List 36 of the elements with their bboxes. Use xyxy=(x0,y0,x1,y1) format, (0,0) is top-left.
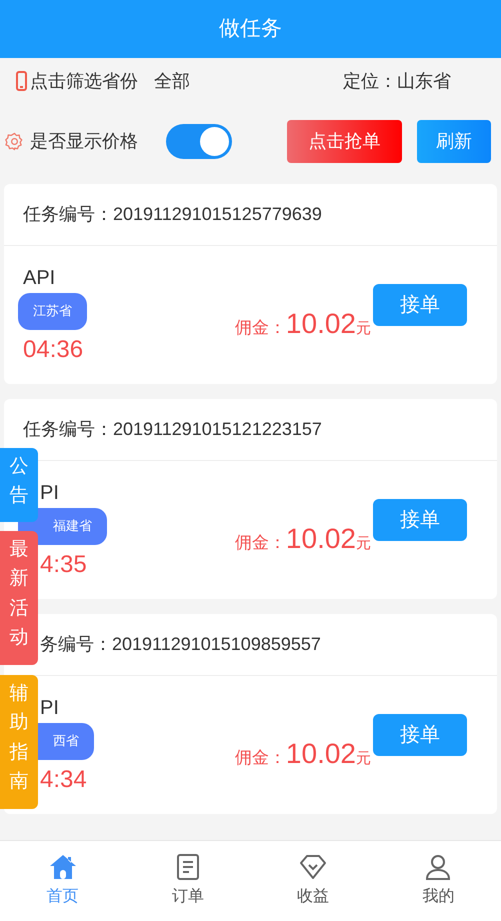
page-title: 做任务 xyxy=(219,16,282,42)
accept-order-button[interactable]: 接单 xyxy=(373,714,467,756)
shield-icon xyxy=(299,853,328,881)
filter-value[interactable]: 全部 xyxy=(154,68,190,94)
accept-order-button[interactable]: 接单 xyxy=(373,499,467,541)
task-title: API xyxy=(23,266,56,290)
side-tab[interactable]: 最新活动 xyxy=(0,531,38,665)
price-toggle-switch[interactable] xyxy=(166,124,232,158)
countdown-time: 4:35 xyxy=(40,550,87,580)
gear-icon xyxy=(5,132,24,150)
side-tab[interactable]: 公告 xyxy=(0,448,38,522)
tab-bar-item[interactable]: 收益 xyxy=(250,841,376,921)
tab-bar-item[interactable]: 首页 xyxy=(0,841,126,921)
phone-icon xyxy=(16,71,27,91)
accept-order-button[interactable]: 接单 xyxy=(373,284,467,326)
commission-text: 佣金：10.02元 xyxy=(234,737,371,771)
price-toggle-label: 是否显示价格 xyxy=(30,130,138,152)
user-icon xyxy=(424,853,452,881)
task-title: PI xyxy=(40,696,59,720)
home-icon xyxy=(48,853,78,881)
task-number: 务编号：201911291015109859557 xyxy=(40,633,321,656)
province-tag: 江苏省 xyxy=(18,292,87,330)
commission-text: 佣金：10.02元 xyxy=(234,522,371,556)
task-title: PI xyxy=(40,480,59,504)
province-filter-link[interactable]: 点击筛选省份 xyxy=(30,68,138,94)
countdown-time: 4:34 xyxy=(40,764,87,794)
tab-bar-item[interactable]: 订单 xyxy=(125,841,250,921)
commission-text: 佣金：10.02元 xyxy=(234,307,371,341)
grab-order-button[interactable]: 点击抢单 xyxy=(287,120,402,162)
location-text: 定位：山东省 xyxy=(343,70,451,92)
countdown-time: 04:36 xyxy=(23,334,84,364)
refresh-button[interactable]: 刷新 xyxy=(417,120,491,162)
task-number: 任务编号：201911291015125779639 xyxy=(23,203,322,226)
tab-bar-item[interactable]: 我的 xyxy=(376,841,501,921)
task-number: 任务编号：201911291015121223157 xyxy=(23,418,322,441)
side-tab[interactable]: 辅助指南 xyxy=(0,675,38,809)
